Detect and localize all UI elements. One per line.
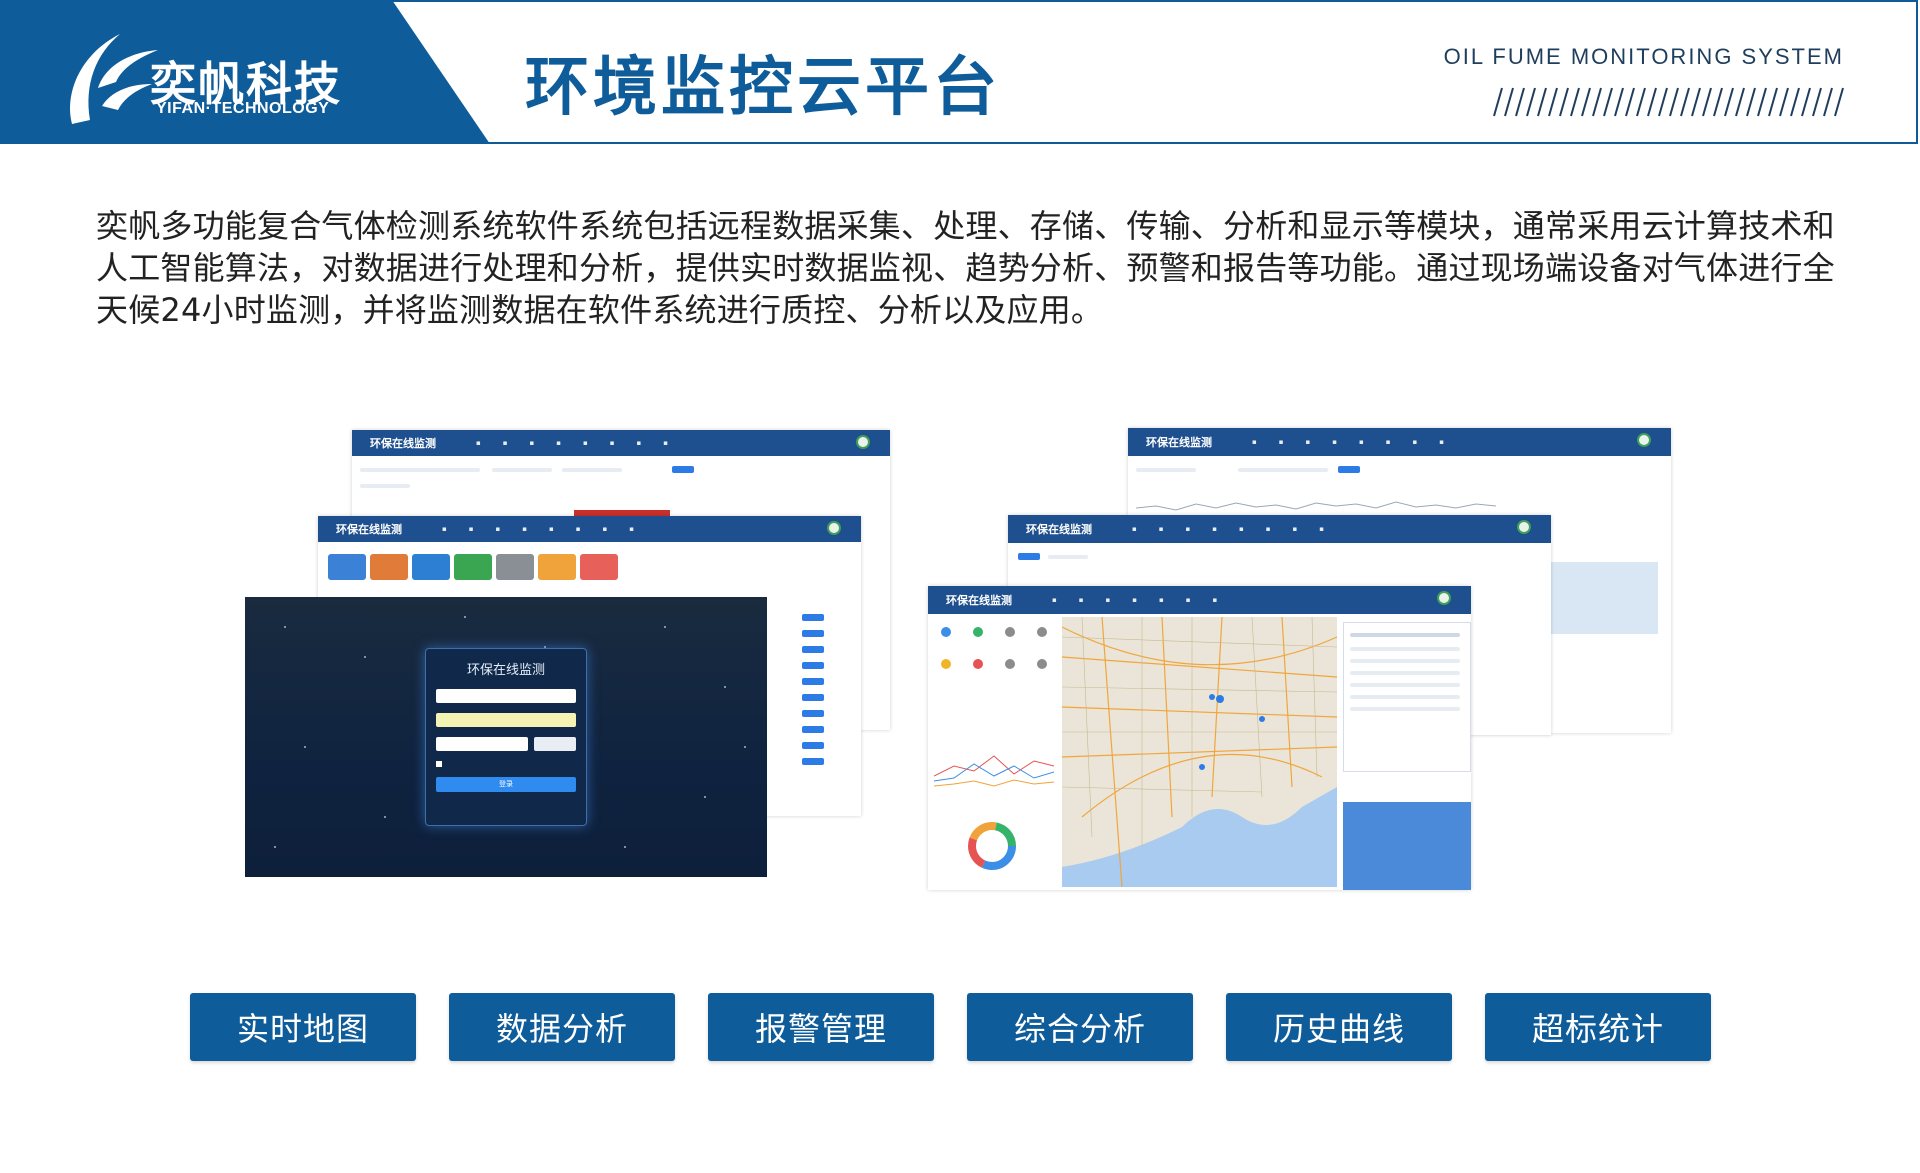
feature-button-alarm-management[interactable]: 报警管理: [708, 993, 934, 1061]
trend-line: [1136, 501, 1497, 511]
slash-decoration: [1493, 87, 1844, 117]
stat-card: [370, 554, 408, 580]
feature-button-realtime-map[interactable]: 实时地图: [190, 993, 416, 1061]
avatar: [1437, 591, 1451, 605]
page: 奕帆科技 YIFAN·TECHNOLOGY 环境监控云平台 OIL FUME M…: [0, 0, 1920, 1173]
app-title: 环保在线监测: [370, 437, 436, 450]
app-title: 环保在线监测: [336, 523, 402, 536]
stat-card: [580, 554, 618, 580]
login-button[interactable]: 登录: [436, 777, 576, 792]
feature-button-data-analysis[interactable]: 数据分析: [449, 993, 675, 1061]
app-navbar: 环保在线监测 ▪ ▪ ▪ ▪ ▪ ▪ ▪ ▪: [1008, 515, 1551, 543]
feature-button-comprehensive-analysis[interactable]: 综合分析: [967, 993, 1193, 1061]
donut-chart: [968, 822, 1016, 870]
stat-card: [328, 554, 366, 580]
feature-button-history-curve[interactable]: 历史曲线: [1226, 993, 1452, 1061]
app-navbar: 环保在线监测 ▪ ▪ ▪ ▪ ▪ ▪ ▪: [928, 586, 1471, 614]
sail-logo-icon: [70, 34, 158, 124]
page-title: 环境监控云平台: [525, 51, 1001, 125]
status-icons: [941, 627, 1047, 669]
remember-checkbox[interactable]: [436, 761, 442, 767]
app-navbar: 环保在线监测 ▪ ▪ ▪ ▪ ▪ ▪ ▪ ▪: [1128, 428, 1671, 456]
username-input[interactable]: [436, 689, 576, 703]
captcha-image[interactable]: [534, 737, 576, 751]
stat-card: [454, 554, 492, 580]
site-info-panel: [1343, 802, 1471, 890]
stat-card: [538, 554, 576, 580]
mini-line-chart: [934, 755, 1054, 787]
login-dialog: 环保在线监测 登录: [425, 648, 587, 826]
alarm-list: [1343, 622, 1471, 772]
mini-map: [1548, 562, 1658, 634]
login-title: 环保在线监测: [466, 663, 545, 678]
logo-company-name-en: YIFAN·TECHNOLOGY: [156, 100, 330, 117]
captcha-input[interactable]: [436, 737, 528, 751]
app-title: 环保在线监测: [1146, 436, 1212, 449]
stat-card: [496, 554, 534, 580]
system-name: OIL FUME MONITORING SYSTEM: [1443, 44, 1844, 69]
action-column: [796, 606, 846, 796]
map-roads: [1062, 617, 1337, 887]
avatar: [1637, 433, 1651, 447]
avatar: [856, 435, 870, 449]
intro-paragraph: 奕帆多功能复合气体检测系统软件系统包括远程数据采集、处理、存储、传输、分析和显示…: [96, 207, 1835, 329]
road-map[interactable]: [1062, 617, 1337, 887]
app-navbar: 环保在线监测 ▪ ▪ ▪ ▪ ▪ ▪ ▪ ▪: [318, 516, 861, 542]
feature-button-exceed-statistics[interactable]: 超标统计: [1485, 993, 1711, 1061]
app-title: 环保在线监测: [946, 594, 1012, 607]
stat-card: [412, 554, 450, 580]
avatar: [827, 521, 841, 535]
app-title: 环保在线监测: [1026, 523, 1092, 536]
password-input[interactable]: [436, 713, 576, 727]
avatar: [1517, 520, 1531, 534]
header-banner: 奕帆科技 YIFAN·TECHNOLOGY 环境监控云平台 OIL FUME M…: [0, 0, 1920, 144]
app-navbar: 环保在线监测 ▪ ▪ ▪ ▪ ▪ ▪ ▪ ▪: [352, 430, 890, 456]
